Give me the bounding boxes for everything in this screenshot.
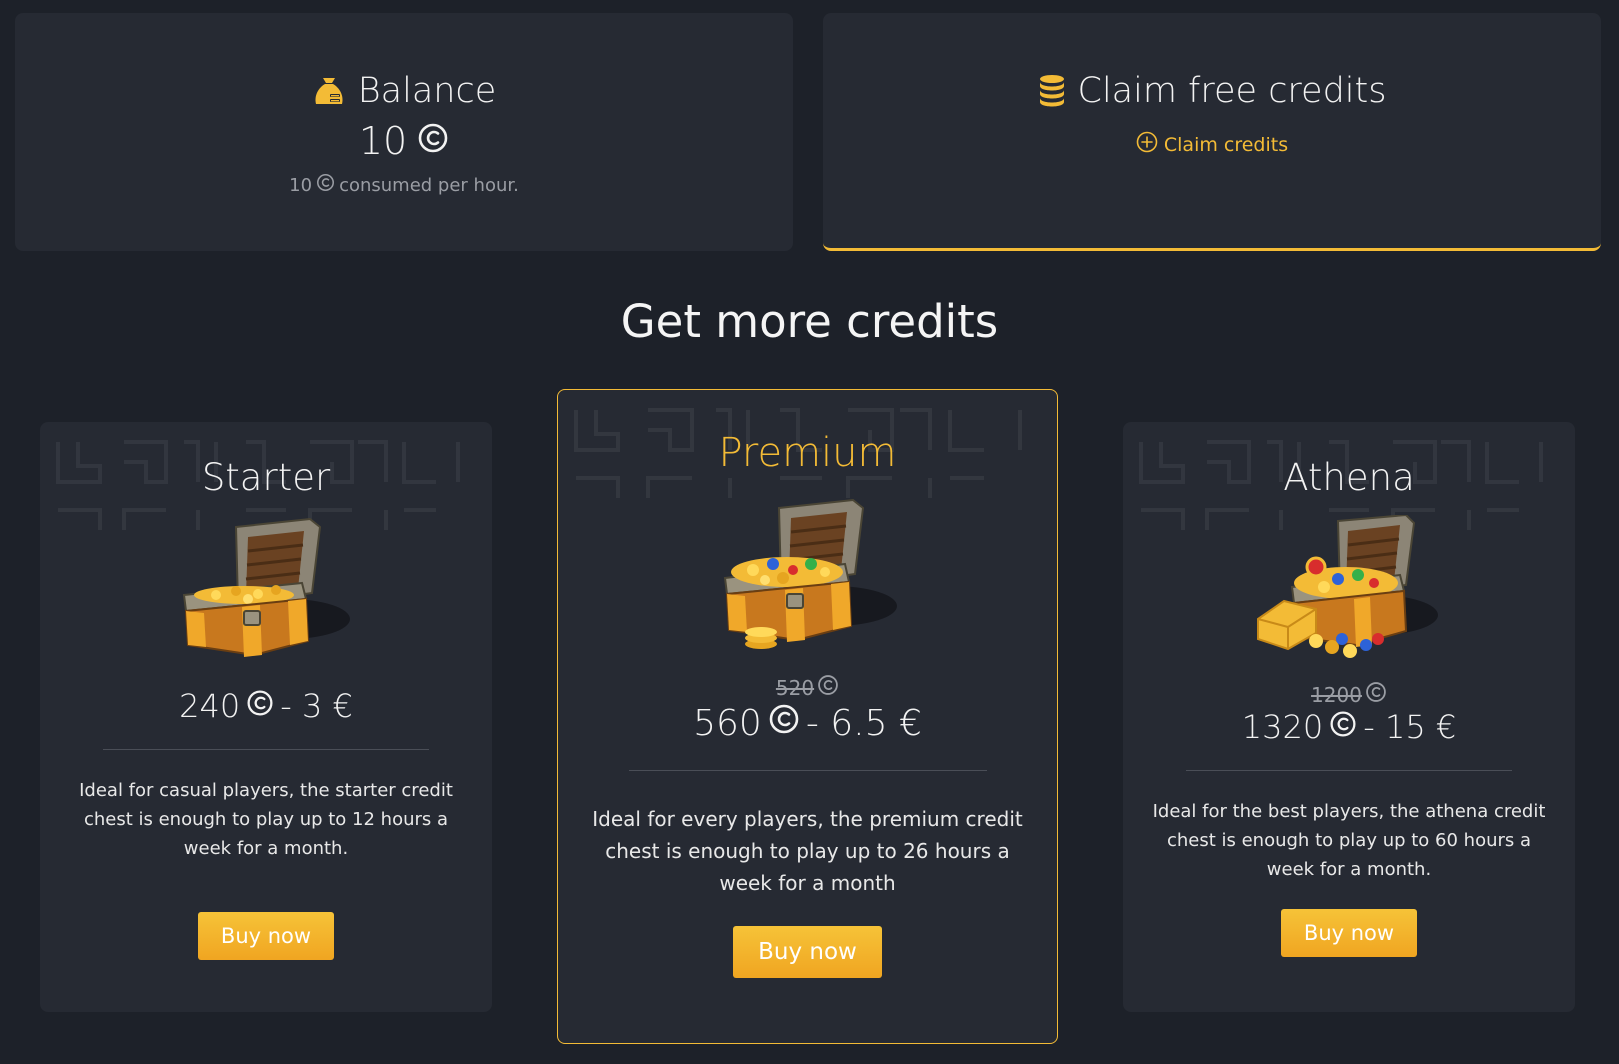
- treasure-chest-medium-image: [723, 498, 897, 649]
- plan-price: - 6.5 €: [805, 703, 922, 744]
- old-credits-amount: 1200: [1311, 682, 1362, 707]
- credits-amount: 1320: [1241, 708, 1324, 746]
- plan-card-athena: Athena 1200 1320 - 15 € Ideal for the be…: [1123, 422, 1575, 1012]
- credit-coin-icon: [768, 703, 800, 744]
- credits-price-row: 1320 - 15 €: [1123, 708, 1575, 746]
- buy-now-button[interactable]: Buy now: [197, 912, 335, 960]
- treasure-chest-large-image: [1257, 515, 1438, 658]
- consumption-amount: 10: [289, 174, 313, 196]
- balance-title-row: Balance: [15, 71, 793, 111]
- plan-description: Ideal for the best players, the athena c…: [1152, 801, 1546, 880]
- claim-credits-label: Claim credits: [1163, 133, 1289, 156]
- plan-price: - 15 €: [1363, 708, 1457, 746]
- plan-name: Athena: [1283, 456, 1415, 499]
- credit-coin-icon: [316, 173, 335, 197]
- plan-description: Ideal for casual players, the starter cr…: [79, 780, 453, 859]
- claim-title: Claim free credits: [1077, 71, 1387, 111]
- credit-coin-icon: [246, 687, 274, 725]
- claim-credits-button[interactable]: Claim credits: [1136, 131, 1288, 158]
- buy-now-button[interactable]: Buy now: [1280, 909, 1418, 957]
- divider: [628, 770, 987, 771]
- credit-coin-icon: [1329, 708, 1357, 746]
- divider: [103, 749, 429, 750]
- section-title: Get more credits: [620, 295, 999, 348]
- divider: [1186, 770, 1512, 771]
- plan-price: - 3 €: [280, 687, 353, 725]
- plan-card-starter: Starter 240 - 3 € Ideal for casual playe…: [40, 422, 492, 1012]
- coin-stack-icon: [1038, 74, 1066, 108]
- plan-description: Ideal for every players, the premium cre…: [592, 807, 1023, 895]
- balance-amount-row: 10: [15, 119, 793, 163]
- plan-name: Premium: [718, 430, 897, 476]
- buy-now-button[interactable]: Buy now: [733, 926, 882, 978]
- claim-title-row: Claim free credits: [823, 71, 1601, 111]
- credit-coin-icon: [1365, 681, 1387, 708]
- old-credits-row: 520: [558, 674, 1057, 701]
- old-credits-row: 1200: [1123, 681, 1575, 708]
- credit-coin-icon: [417, 119, 449, 163]
- claim-card: Claim free credits Claim credits: [823, 13, 1601, 251]
- credit-coin-icon: [817, 674, 839, 701]
- balance-amount: 10: [358, 119, 408, 163]
- credits-amount: 240: [179, 687, 241, 725]
- plan-card-premium: Premium 520 560 - 6.5 € Ideal for every …: [557, 389, 1058, 1044]
- credits-price-row: 240 - 3 €: [40, 687, 492, 725]
- treasure-chest-small-image: [182, 517, 350, 657]
- balance-card: Balance 10 10 consumed per hour.: [15, 13, 793, 251]
- consumption-note: 10 consumed per hour.: [15, 173, 793, 197]
- plus-circle-icon: [1136, 131, 1158, 158]
- balance-title: Balance: [357, 71, 497, 111]
- credits-price-row: 560 - 6.5 €: [558, 703, 1057, 744]
- plan-name: Starter: [201, 456, 331, 499]
- consumption-text: consumed per hour.: [339, 174, 519, 196]
- old-credits-amount: 520: [775, 675, 815, 700]
- money-bag-icon: [312, 74, 346, 108]
- credits-amount: 560: [693, 703, 762, 744]
